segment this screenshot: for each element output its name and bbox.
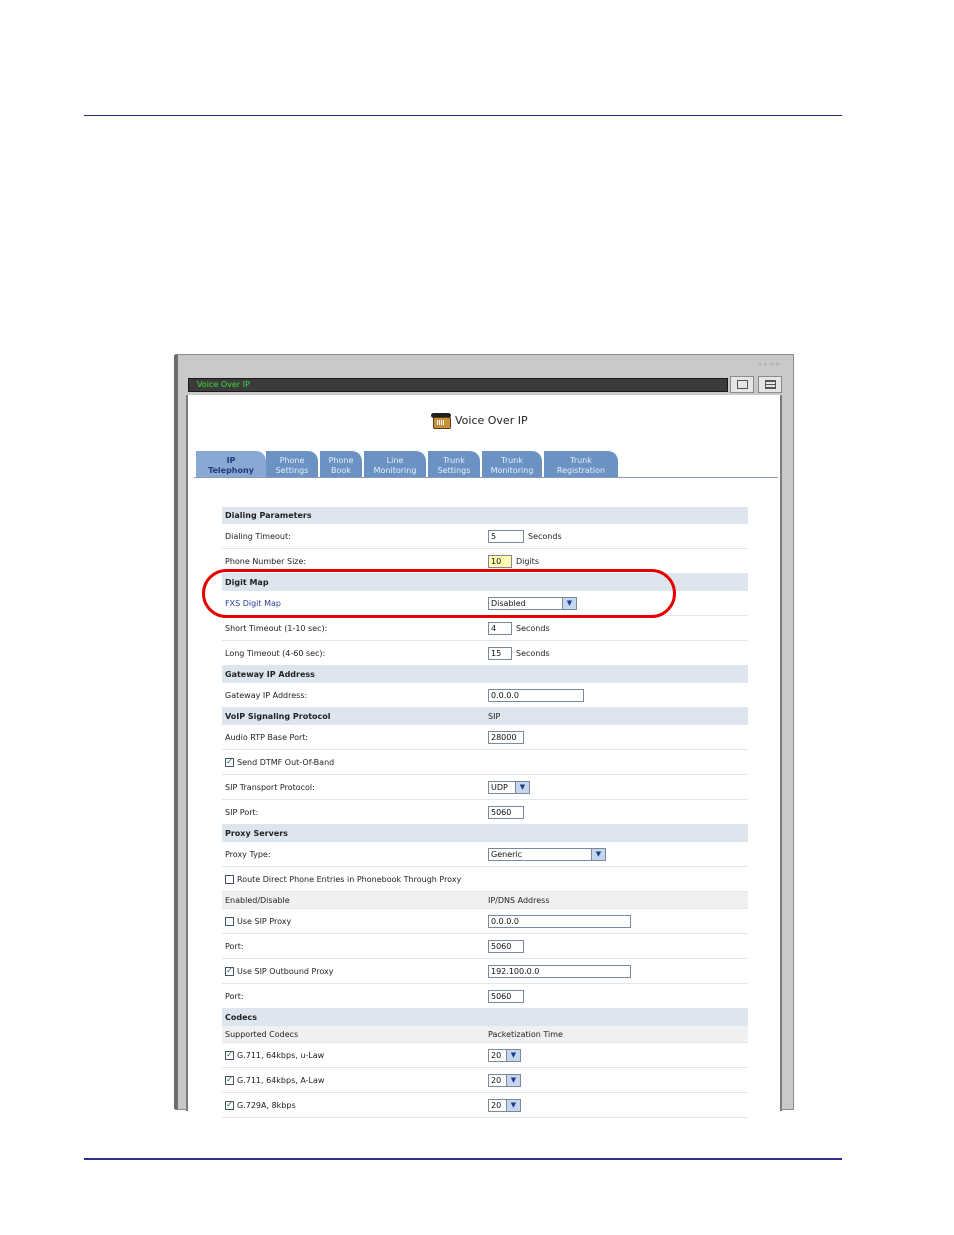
row-short-timeout: Short Timeout (1-10 sec): Seconds	[222, 616, 748, 641]
short-timeout-input[interactable]	[488, 621, 512, 635]
long-timeout-input[interactable]	[488, 646, 512, 660]
chevron-down-icon: ▼	[515, 781, 529, 793]
row-use-sip-proxy: Use SIP Proxy	[222, 909, 748, 934]
chevron-down-icon: ▼	[506, 1099, 520, 1111]
row-codec-g711-ulaw: ✓ G.711, 64kbps, u-Law 20 ▼	[222, 1043, 748, 1068]
row-phone-number-size: Phone Number Size: Digits	[222, 549, 748, 574]
row-proxy-port: Port:	[222, 934, 748, 959]
row-audio-rtp-port: Audio RTP Base Port:	[222, 725, 748, 750]
route-direct-checkbox[interactable]	[225, 874, 234, 884]
sip-transport-select[interactable]: UDP ▼	[488, 780, 530, 794]
row-route-direct: Route Direct Phone Entries in Phonebook …	[222, 867, 748, 892]
sip-proxy-address-input[interactable]	[488, 914, 631, 928]
section-proxy-servers: Proxy Servers	[222, 825, 748, 842]
footer-rule	[84, 1158, 842, 1160]
send-dtmf-checkbox[interactable]: ✓	[225, 757, 234, 767]
codec-g729a-ptime-select[interactable]: 20 ▼	[488, 1098, 521, 1112]
section-gateway-ip: Gateway IP Address	[222, 666, 748, 683]
codec-g711-alaw-ptime-select[interactable]: 20 ▼	[488, 1073, 521, 1087]
chevron-down-icon: ▼	[506, 1049, 520, 1061]
section-digit-map: Digit Map	[222, 574, 748, 591]
chevron-down-icon: ▼	[562, 597, 576, 609]
page-title: Voice Over IP	[431, 412, 528, 429]
phone-number-size-input[interactable]	[488, 554, 512, 568]
use-sip-outbound-proxy-checkbox[interactable]: ✓	[225, 966, 234, 976]
tab-trunk-registration[interactable]: Trunk Registration	[544, 451, 618, 477]
row-proxy-type: Proxy Type: Generic ▼	[222, 842, 748, 867]
row-use-sip-outbound-proxy: ✓ Use SIP Outbound Proxy	[222, 959, 748, 984]
header-rule	[84, 115, 842, 116]
section-voip-signaling: VoIP Signaling Protocol SIP	[222, 708, 748, 725]
section-codecs: Codecs	[222, 1009, 748, 1026]
dialing-timeout-input[interactable]	[488, 529, 524, 543]
settings-form: Dialing Parameters Dialing Timeout: Seco…	[222, 507, 748, 1118]
proxy-type-select[interactable]: Generic ▼	[488, 847, 606, 861]
codec-g711-alaw-checkbox[interactable]: ✓	[225, 1075, 234, 1085]
row-dialing-timeout: Dialing Timeout: Seconds	[222, 524, 748, 549]
row-sip-transport: SIP Transport Protocol: UDP ▼	[222, 775, 748, 800]
codec-g729a-checkbox[interactable]: ✓	[225, 1100, 234, 1110]
window-list-button[interactable]	[758, 376, 782, 393]
row-enabled-disable-header: Enabled/Disable IP/DNS Address	[222, 892, 748, 909]
chevron-down-icon: ▼	[506, 1074, 520, 1086]
chevron-down-icon: ▼	[591, 848, 605, 860]
section-dialing-parameters: Dialing Parameters	[222, 507, 748, 524]
gateway-ip-input[interactable]	[488, 688, 584, 702]
codec-g711-ulaw-checkbox[interactable]: ✓	[225, 1050, 234, 1060]
codec-g711-ulaw-ptime-select[interactable]: 20 ▼	[488, 1048, 521, 1062]
row-send-dtmf: ✓ Send DTMF Out-Of-Band	[222, 750, 748, 775]
row-fxs-digit-map: FXS Digit Map Disabled ▼	[222, 591, 748, 616]
sip-port-input[interactable]	[488, 805, 524, 819]
row-sip-port: SIP Port:	[222, 800, 748, 825]
use-sip-proxy-checkbox[interactable]	[225, 916, 234, 926]
phone-icon	[431, 412, 451, 429]
content-area: Voice Over IP IP Telephony Phone Settings …	[186, 395, 782, 1118]
window-title-bar[interactable]: Voice Over IP	[188, 378, 728, 392]
tab-trunk-settings[interactable]: Trunk Settings	[428, 451, 480, 477]
tab-phone-settings[interactable]: Phone Settings	[266, 451, 318, 477]
outbound-port-input[interactable]	[488, 989, 524, 1003]
row-codec-g711-alaw: ✓ G.711, 64kbps, A-Law 20 ▼	[222, 1068, 748, 1093]
window-grip-icon[interactable]: ∘∘∘∘	[757, 360, 781, 369]
tab-underline	[194, 477, 778, 478]
window-tile-button[interactable]	[730, 376, 754, 393]
proxy-port-input[interactable]	[488, 939, 524, 953]
row-gateway-ip: Gateway IP Address:	[222, 683, 748, 708]
tab-phone-book[interactable]: Phone Book	[320, 451, 362, 477]
tab-trunk-monitoring[interactable]: Trunk Monitoring	[482, 451, 542, 477]
audio-rtp-port-input[interactable]	[488, 730, 524, 744]
app-window: ∘∘∘∘ Voice Over IP Voice Over IP IP Telep…	[174, 354, 794, 1118]
row-supported-codecs-header: Supported Codecs Packetization Time	[222, 1026, 748, 1043]
outbound-proxy-address-input[interactable]	[488, 964, 631, 978]
row-codec-g729a: ✓ G.729A, 8kbps 20 ▼	[222, 1093, 748, 1118]
tab-ip-telephony[interactable]: IP Telephony	[196, 451, 266, 477]
window-title: Voice Over IP	[197, 380, 250, 389]
row-outbound-port: Port:	[222, 984, 748, 1009]
tab-line-monitoring[interactable]: Line Monitoring	[364, 451, 426, 477]
window-left-edge	[174, 355, 178, 1109]
row-long-timeout: Long Timeout (4-60 sec): Seconds	[222, 641, 748, 666]
list-icon	[764, 380, 776, 389]
tile-icon	[736, 380, 748, 389]
fxs-digit-map-select[interactable]: Disabled ▼	[488, 596, 577, 610]
